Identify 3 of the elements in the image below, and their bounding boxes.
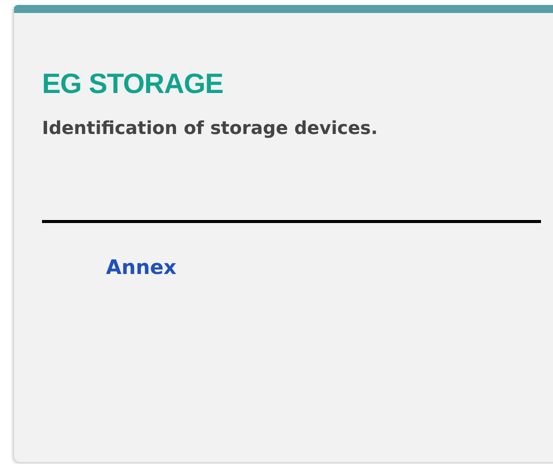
annex-link[interactable]: Annex [106,253,176,281]
card-title: EG STORAGE [42,67,224,101]
card-description: Identification of storage devices. [42,117,379,141]
